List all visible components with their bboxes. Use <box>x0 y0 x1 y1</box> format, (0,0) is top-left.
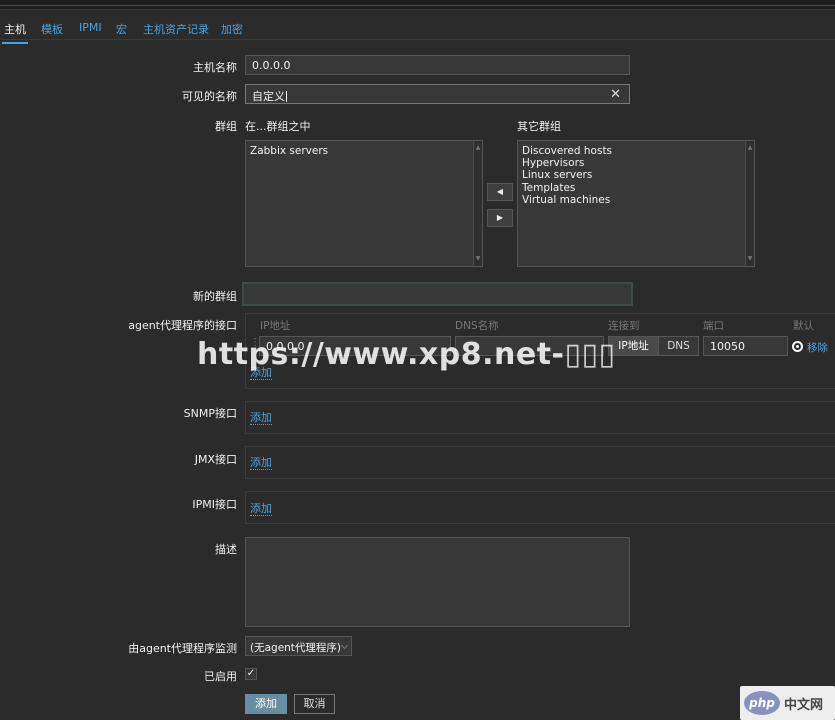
host-name-input[interactable]: 0.0.0.0 <box>245 55 630 75</box>
logo-text: 中文网 <box>784 698 824 713</box>
scrollbar[interactable]: ▲ ▼ <box>473 141 482 266</box>
add-ipmi-link[interactable]: 添加 <box>250 503 272 516</box>
list-item[interactable]: Virtual machines <box>522 194 750 206</box>
description-label: 描述 <box>215 543 237 556</box>
tab-bar: 主机 模板 IPMI 宏 主机资产记录 加密 <box>0 16 835 44</box>
in-groups-list[interactable]: Zabbix servers ▲ ▼ <box>245 140 483 267</box>
tab-macros[interactable]: 宏 <box>116 21 127 37</box>
connect-column-header: 连接到 <box>608 320 640 332</box>
tab-templates[interactable]: 模板 <box>41 21 63 37</box>
add-jmx-link[interactable]: 添加 <box>250 457 272 470</box>
tab-inventory[interactable]: 主机资产记录 <box>143 21 209 37</box>
php-logo-icon: php <box>744 691 780 715</box>
monitored-by-select[interactable]: (无agent代理程序) <box>245 636 352 656</box>
list-item[interactable]: Zabbix servers <box>250 145 478 157</box>
agent-interfaces-label: agent代理程序的接口 <box>128 319 237 332</box>
connect-dns-toggle[interactable]: DNS <box>658 336 699 356</box>
host-name-label: 主机名称 <box>193 61 237 74</box>
monitored-by-label: 由agent代理程序监测 <box>128 642 237 655</box>
in-groups-label: 在...群组之中 <box>245 120 311 133</box>
groups-label: 群组 <box>215 120 237 133</box>
list-item[interactable]: Templates <box>522 182 750 194</box>
default-column-header: 默认 <box>793 320 814 332</box>
ip-column-header: IP地址 <box>260 320 291 332</box>
tab-host[interactable]: 主机 <box>2 21 28 44</box>
snmp-label: SNMP接口 <box>183 407 237 420</box>
scrollbar[interactable]: ▲ ▼ <box>745 141 754 266</box>
enabled-checkbox[interactable]: ✓ <box>245 668 257 680</box>
ipmi-panel <box>245 491 835 524</box>
list-item[interactable]: Hypervisors <box>522 157 750 169</box>
list-item[interactable]: Discovered hosts <box>522 145 750 157</box>
snmp-panel <box>245 401 835 434</box>
tab-ipmi[interactable]: IPMI <box>79 21 102 34</box>
description-textarea[interactable] <box>245 537 630 627</box>
watermark: https://www.xp8.net-▯▯▯ <box>197 337 616 372</box>
new-group-label: 新的群组 <box>193 290 237 303</box>
dns-column-header: DNS名称 <box>455 320 499 332</box>
chevron-down-icon <box>340 641 349 650</box>
visible-name-value: 自定义 <box>252 90 285 103</box>
jmx-panel <box>245 446 835 479</box>
port-column-header: 端口 <box>703 320 724 332</box>
add-button[interactable]: 添加 <box>245 694 287 714</box>
remove-link[interactable]: 移除 <box>807 340 828 355</box>
other-groups-list[interactable]: Discovered hosts Hypervisors Linux serve… <box>517 140 755 267</box>
move-left-button[interactable]: ◀ <box>487 183 513 201</box>
monitored-by-value: (无agent代理程序) <box>250 642 342 654</box>
cancel-button[interactable]: 取消 <box>294 694 335 714</box>
visible-name-input[interactable]: 自定义 ✕ <box>245 84 630 104</box>
new-group-input[interactable] <box>242 282 633 306</box>
move-right-button[interactable]: ▶ <box>487 209 513 227</box>
visible-name-label: 可见的名称 <box>182 90 237 103</box>
clear-icon[interactable]: ✕ <box>610 87 621 102</box>
ipmi-label: IPMI接口 <box>192 498 237 511</box>
php-cn-logo: php 中文网 <box>740 686 835 720</box>
add-snmp-link[interactable]: 添加 <box>250 412 272 425</box>
jmx-label: JMX接口 <box>194 453 237 466</box>
agent-port-input[interactable]: 10050 <box>703 336 788 356</box>
enabled-label: 已启用 <box>204 670 237 683</box>
list-item[interactable]: Linux servers <box>522 169 750 181</box>
top-bar <box>0 0 835 10</box>
tab-encryption[interactable]: 加密 <box>221 21 243 37</box>
default-radio[interactable] <box>792 341 803 352</box>
other-groups-label: 其它群组 <box>517 120 561 133</box>
